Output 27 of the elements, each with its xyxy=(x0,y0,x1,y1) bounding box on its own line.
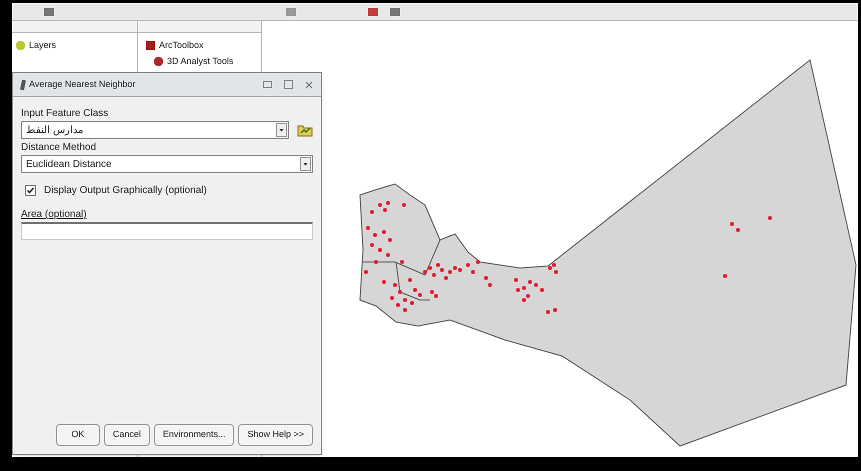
dropdown-field[interactable]: Euclidean Distance xyxy=(21,155,313,173)
toolbar-icon[interactable] xyxy=(368,8,378,16)
maximize-icon[interactable] xyxy=(284,80,293,89)
dialog-button[interactable]: Environments... xyxy=(154,424,234,446)
field-label: Input Feature Class xyxy=(21,107,110,121)
tool-icon xyxy=(20,79,26,90)
minimize-icon[interactable] xyxy=(263,81,272,88)
dropdown-field[interactable]: مدارس النفط xyxy=(21,121,289,139)
checkbox[interactable] xyxy=(25,185,36,196)
layers-icon xyxy=(16,41,25,50)
close-icon[interactable] xyxy=(305,80,313,88)
dialog-title: Average Nearest Neighbor xyxy=(29,78,136,91)
caret-icon xyxy=(300,157,311,171)
field-label: Distance Method xyxy=(21,141,98,155)
toolbar-icon[interactable] xyxy=(390,8,400,16)
input-field[interactable] xyxy=(21,222,313,240)
caret-icon xyxy=(276,123,287,137)
checkbox-label: Display Output Graphically (optional) xyxy=(44,184,207,198)
toc-title: Layers xyxy=(29,39,56,52)
toolbox-title: ArcToolbox xyxy=(159,39,204,52)
toolbar-icon[interactable] xyxy=(286,8,296,16)
dialog-button[interactable]: Show Help >> xyxy=(238,424,313,446)
dialog-button[interactable]: OK xyxy=(56,424,100,446)
field-label: Area (optional) xyxy=(21,208,88,222)
toolbox-item[interactable]: 3D Analyst Tools xyxy=(167,54,234,68)
dialog-button[interactable]: Cancel xyxy=(104,424,150,446)
toolbar-icon[interactable] xyxy=(44,8,54,16)
